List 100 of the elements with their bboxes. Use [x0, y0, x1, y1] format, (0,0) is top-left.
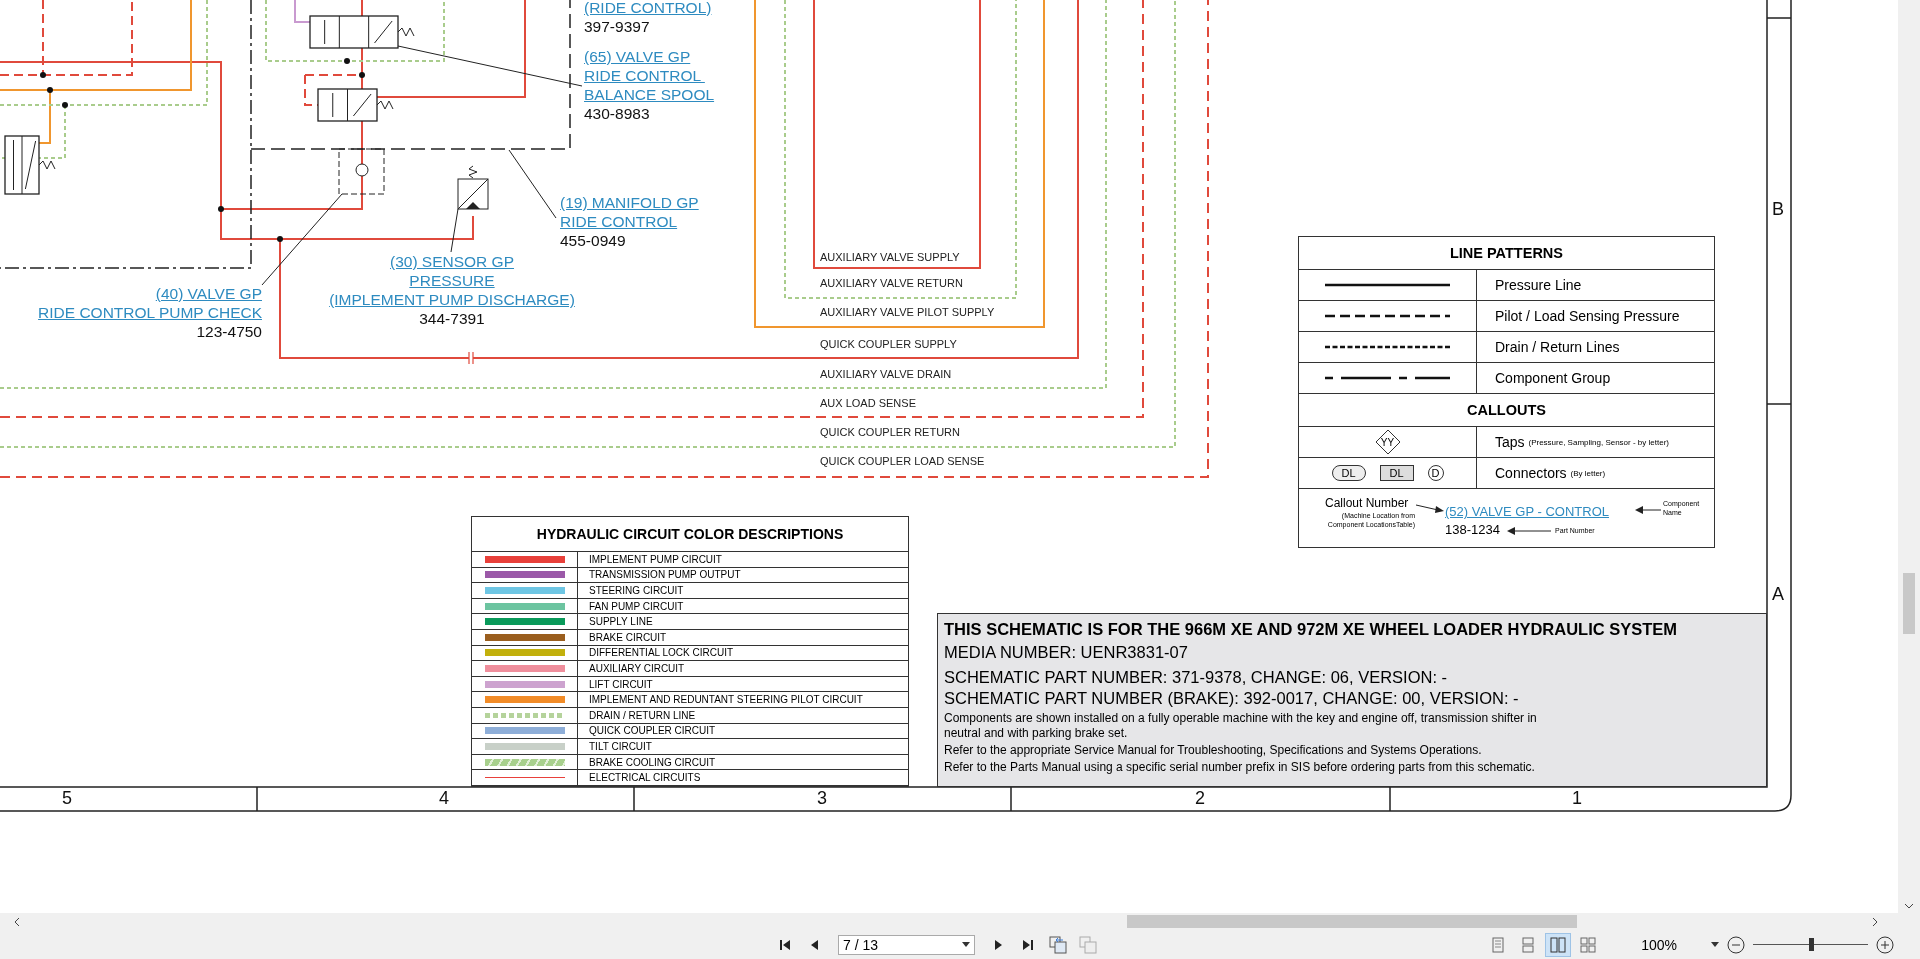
caret-icon: [962, 942, 970, 947]
page-number-field[interactable]: 7 / 13: [838, 934, 975, 955]
zoom-value[interactable]: 100%: [1641, 936, 1677, 953]
legend-label: LIFT CIRCUIT: [578, 676, 908, 693]
legend-label: Callout Number: [1325, 496, 1409, 510]
grid-column-marker: 5: [62, 788, 72, 809]
check-valve-drawing: [338, 148, 385, 195]
vertical-scrollbar[interactable]: [1898, 0, 1920, 913]
callout-link[interactable]: BALANCE SPOOL: [584, 85, 715, 104]
schematic-note: Components are shown installed on a fully operable machine with the key and engine off, transmission shifter in neutral and with parking brake set.: [944, 711, 1538, 741]
scroll-down-icon[interactable]: [1904, 903, 1914, 909]
zoom-slider-thumb[interactable]: [1808, 938, 1814, 951]
scroll-right-icon[interactable]: [1872, 917, 1878, 927]
zoom-out-icon[interactable]: [1727, 935, 1745, 954]
schematic-note: Refer to the appropriate Service Manual for Troubleshooting, Specifications and Systems Operations.: [944, 743, 1483, 758]
callout-link[interactable]: RIDE CONTROL PUMP CHECK: [0, 303, 262, 322]
part-number: 455-0949: [560, 231, 627, 250]
line-label: AUXILIARY VALVE DRAIN: [820, 368, 952, 380]
schematic-note: Refer to the Parts Manual using a specific serial number prefix in SIS before ordering parts from this schematic.: [944, 760, 1536, 775]
legend-title: CALLOUTS: [1299, 394, 1714, 427]
legend-label: IMPLEMENT PUMP CIRCUIT: [578, 552, 908, 568]
part-number: 138-1234: [1445, 522, 1500, 537]
legend-label: IMPLEMENT AND REDUNTANT STEERING PILOT CIRCUIT: [578, 692, 908, 708]
page-view-icon: [1520, 936, 1537, 953]
caret-icon[interactable]: [1711, 942, 1719, 947]
grid-column-marker: 1: [1572, 788, 1582, 809]
schematic-heading: THIS SCHEMATIC IS FOR THE 966M XE AND 972M XE WHEEL LOADER HYDRAULIC SYSTEM: [944, 619, 1679, 640]
connector-symbol: DL: [1331, 465, 1366, 481]
legend-title: HYDRAULIC CIRCUIT COLOR DESCRIPTIONS: [472, 517, 908, 552]
callout-link[interactable]: RIDE CONTROL: [560, 212, 699, 231]
legend-label: QUICK COUPLER CIRCUIT: [578, 723, 908, 740]
legend-label: TRANSMISSION PUMP OUTPUT: [578, 567, 908, 584]
legend-label: BRAKE COOLING CIRCUIT: [578, 754, 908, 771]
callout-link[interactable]: (65) VALVE GP: [584, 47, 715, 66]
legend-note: (Pressure, Sampling, Sensor - by letter): [1528, 437, 1669, 447]
grid-row-marker: A: [1772, 584, 1784, 605]
part-number: 397-9397: [584, 17, 651, 36]
line-label: QUICK COUPLER SUPPLY: [820, 338, 957, 350]
arrow-icon: [1507, 527, 1551, 535]
valve-drawing: [4, 135, 56, 195]
legend-label: Pressure Line: [1477, 270, 1714, 301]
callout-link[interactable]: (RIDE CONTROL): [584, 0, 712, 17]
leader-line: [450, 208, 459, 253]
grid-column-marker: 2: [1195, 788, 1205, 809]
legend-label: STEERING CIRCUIT: [578, 583, 908, 599]
legend-label: AUXILIARY CIRCUIT: [578, 661, 908, 677]
legend-label: BRAKE CIRCUIT: [578, 629, 908, 646]
view-mode-button[interactable]: [1545, 932, 1572, 957]
grid-column-marker: 4: [439, 788, 449, 809]
page-view-icon: [1550, 936, 1567, 953]
part-number: 344-7391: [418, 309, 486, 328]
schematic-info: SCHEMATIC PART NUMBER: 371-9378, CHANGE: 06, VERSION: -: [944, 667, 1449, 688]
callout-link[interactable]: RIDE CONTROL: [584, 66, 715, 85]
scrollbar-thumb[interactable]: [1903, 573, 1915, 634]
legend-note: (By letter): [1570, 468, 1606, 478]
line-label: QUICK COUPLER RETURN: [820, 426, 960, 438]
forward-view-icon: [1079, 935, 1097, 954]
legend-label: DIFFERENTIAL LOCK CIRCUIT: [578, 645, 908, 662]
line-label: QUICK COUPLER LOAD SENSE: [820, 455, 985, 467]
connector-symbol: D: [1427, 465, 1444, 481]
line-label: AUXILIARY VALVE PILOT SUPPLY: [820, 306, 995, 318]
part-number: 123-4750: [195, 322, 262, 341]
line-label: AUX LOAD SENSE: [820, 397, 916, 409]
callout-link[interactable]: (40) VALVE GP: [0, 284, 262, 303]
last-page-icon: [1021, 937, 1035, 952]
line-label: AUXILIARY VALVE SUPPLY: [820, 251, 960, 263]
schematic-info: MEDIA NUMBER: UENR3831-07: [944, 642, 1189, 663]
legend-label: Drain / Return Lines: [1477, 332, 1714, 363]
zoom-in-icon[interactable]: [1876, 935, 1894, 954]
arrow-icon: [1635, 506, 1661, 514]
grid-column-marker: 3: [817, 788, 827, 809]
legend-label: Pilot / Load Sensing Pressure: [1477, 301, 1714, 332]
part-number: 430-8983: [584, 104, 651, 123]
callout-link[interactable]: PRESSURE: [302, 271, 602, 290]
arrow-icon: [1416, 503, 1444, 513]
legend-label: FAN PUMP CIRCUIT: [578, 598, 908, 615]
page-view-icon: [1580, 936, 1597, 953]
callout-link[interactable]: (52) VALVE GP - CONTROL: [1445, 504, 1609, 519]
legend-label: ELECTRICAL CIRCUITS: [578, 770, 908, 786]
line-label: AUXILIARY VALVE RETURN: [820, 277, 963, 289]
legend-label: Connectors: [1495, 465, 1567, 481]
page-view-icon: [1490, 936, 1507, 953]
callout-link[interactable]: (30) SENSOR GP: [302, 252, 602, 271]
leader-line: [508, 149, 557, 219]
legend-label: SUPPLY LINE: [578, 614, 908, 630]
legend-label: DRAIN / RETURN LINE: [578, 707, 908, 724]
callout-link[interactable]: (19) MANIFOLD GP: [560, 193, 699, 212]
first-page-icon: [778, 937, 792, 952]
legend-label: TILT CIRCUIT: [578, 739, 908, 755]
back-view-icon: [1049, 935, 1067, 954]
scrollbar-thumb[interactable]: [1127, 915, 1577, 928]
callout-link[interactable]: (IMPLEMENT PUMP DISCHARGE): [302, 290, 602, 309]
scroll-left-icon[interactable]: [14, 917, 20, 927]
legend-label: Component Group: [1477, 363, 1714, 394]
schematic-info: SCHEMATIC PART NUMBER (BRAKE): 392-0017, CHANGE: 00, VERSION: -: [944, 688, 1520, 709]
pressure-sensor-drawing: [457, 165, 489, 210]
legend-label: Taps: [1495, 434, 1525, 450]
legend-title: LINE PATTERNS: [1299, 237, 1714, 270]
grid-row-marker: B: [1772, 199, 1784, 220]
connector-symbol: DL: [1379, 465, 1414, 481]
